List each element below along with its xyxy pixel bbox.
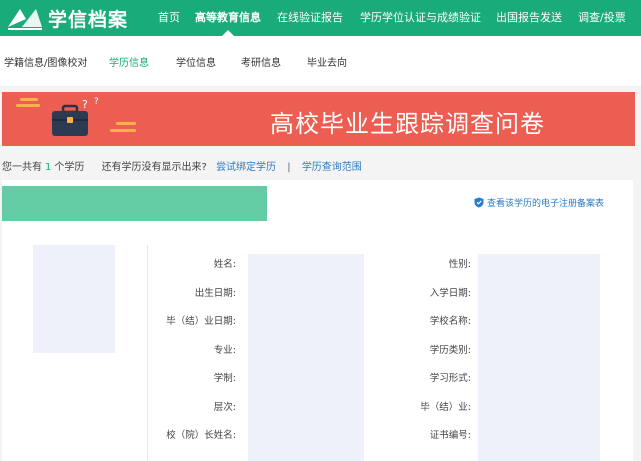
label-graduation-status: 毕（结）业: [420,402,471,413]
label-education-type: 学历类别: [429,345,471,356]
nav-item-online-verification[interactable]: 在线验证报告 [277,0,343,36]
tab-degree-info[interactable]: 学位信息 [176,54,216,69]
record-header-bar [2,186,267,221]
banner-title: 高校毕业生跟踪调查问卷 [270,110,545,138]
tab-education-info[interactable]: 学历信息 [109,54,149,69]
summary-suffix: 个学历 [54,162,85,173]
vertical-divider [147,245,148,461]
label-graduation-date: 毕（结）业日期: [166,316,236,327]
svg-text:?: ? [82,98,88,111]
label-enrollment-date: 入学日期: [429,288,471,299]
label-major: 专业: [213,345,236,356]
sub-nav: 学籍信息/图像校对 学历信息 学位信息 考研信息 毕业去向 [0,36,641,86]
right-values-redacted [478,254,600,461]
education-summary: 您一共有 1 个学历 还有学历没有显示出来? 尝试绑定学历 | 学历查询范围 [2,158,362,173]
survey-banner[interactable]: ? ? 高校毕业生跟踪调查问卷 [2,92,635,146]
nav-item-home[interactable]: 首页 [158,0,180,36]
tab-graduate-destination[interactable]: 毕业去向 [307,54,347,69]
registration-record-link[interactable]: 查看该学历的电子注册备案表 [474,196,604,209]
label-study-mode: 学习形式: [429,373,471,384]
nav-item-degree-verification[interactable]: 学历学位认证与成绩验证 [360,0,481,36]
summary-separator: | [287,162,291,173]
label-birth-date: 出生日期: [194,288,236,299]
label-gender: 性别: [448,259,471,270]
nav-item-survey[interactable]: 调查/投票 [578,0,626,36]
label-duration: 学制: [213,373,236,384]
main-nav: 首页 高等教育信息 在线验证报告 学历学位认证与成绩验证 出国报告发送 调查/投… [0,0,641,36]
banner-decoration-dashes-right [110,122,136,132]
top-navbar: 学信档案 首页 高等教育信息 在线验证报告 学历学位认证与成绩验证 出国报告发送… [0,0,641,36]
label-level: 层次: [213,402,236,413]
tab-enrollment-info[interactable]: 学籍信息/图像校对 [4,54,87,69]
label-school-name: 学校名称: [429,316,471,327]
label-name: 姓名: [213,259,236,270]
label-certificate-number: 证书编号: [429,430,471,441]
shield-icon [474,197,484,208]
left-values-redacted [248,254,364,461]
summary-question: 还有学历没有显示出来? [101,162,207,173]
label-president-name: 校（院）长姓名: [166,430,236,441]
tab-postgrad-exam-info[interactable]: 考研信息 [241,54,281,69]
nav-item-overseas-report[interactable]: 出国报告发送 [496,0,562,36]
registration-record-label: 查看该学历的电子注册备案表 [487,199,605,209]
summary-prefix: 您一共有 [2,162,42,173]
query-range-link[interactable]: 学历查询范围 [302,162,362,173]
student-photo [33,245,115,353]
svg-text:?: ? [94,97,99,107]
bind-education-link[interactable]: 尝试绑定学历 [216,162,276,173]
education-count: 1 [45,162,52,173]
question-marks-icon: ? ? [82,97,99,111]
